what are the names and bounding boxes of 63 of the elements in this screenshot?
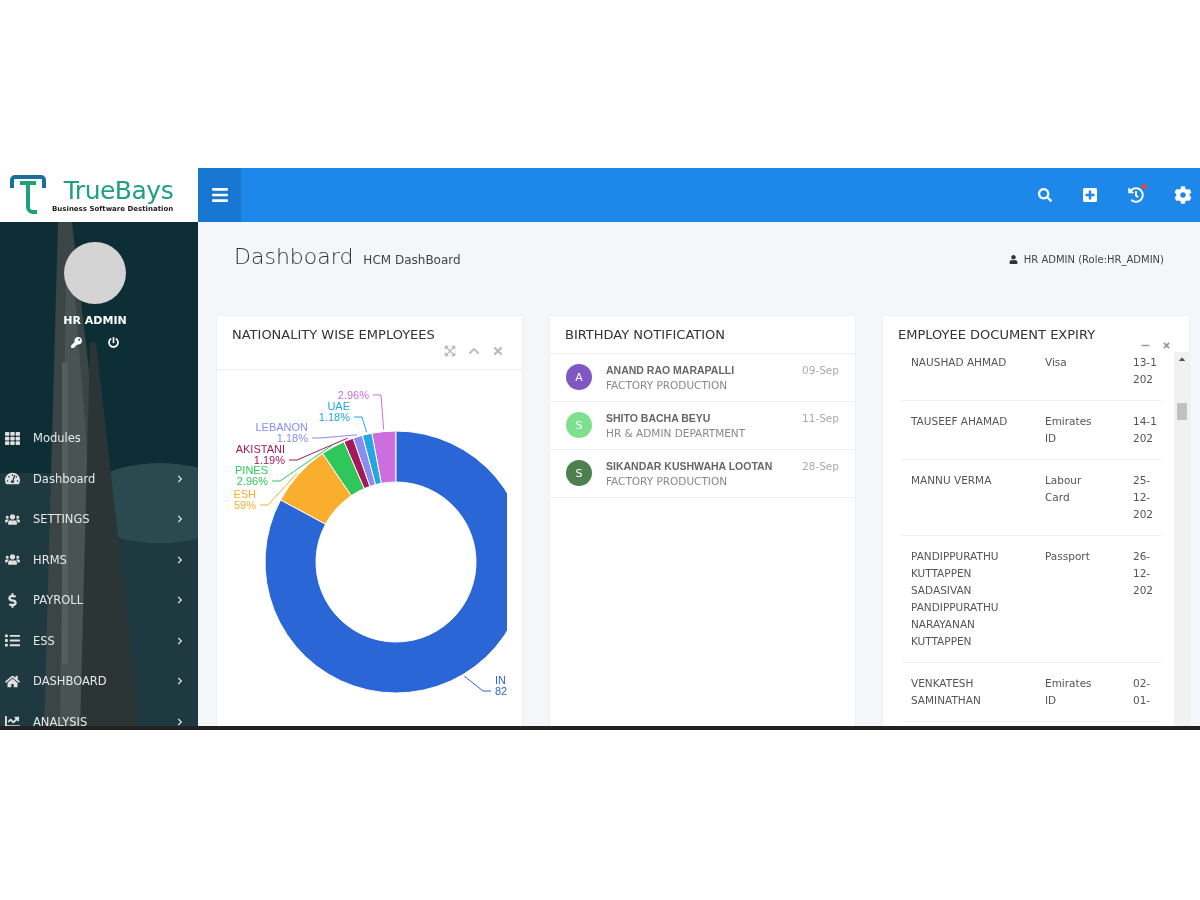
slice-label: LEBANON [255, 421, 308, 433]
slice-label: ESH [233, 488, 256, 500]
department: FACTORY PRODUCTION [606, 379, 729, 391]
expiry-date: 14-1 [1133, 414, 1158, 429]
department: HR & ADMIN DEPARTMENT [606, 427, 747, 439]
menu-item[interactable]: HRMS [0, 539, 198, 580]
slice-value: 2.96% [236, 475, 268, 487]
employee-name: MANNU VERMA [911, 473, 993, 488]
expiry-date: 25- [1133, 473, 1152, 488]
slice-value: 2.96% [337, 389, 369, 401]
birthday-date: 28-Sep [802, 460, 839, 472]
initial-avatar: A [566, 364, 592, 390]
user-name: HR ADMIN [63, 314, 127, 327]
slice-label: UAE [327, 400, 350, 412]
employee-name: PANDIPPURATHU KUTTAPPEN SADASIVAN PANDIPPURATHU NARAYANAN KUTTAPPEN [911, 549, 1000, 649]
slice-value: 1.18% [318, 411, 350, 423]
card-title: BIRTHDAY NOTIFICATION [565, 327, 726, 342]
logo-name: TrueBays [63, 177, 174, 205]
expiry-date: 26- [1133, 549, 1152, 564]
initial-avatar: S [566, 460, 592, 486]
page-subtitle: HCM DashBoard [363, 253, 461, 267]
document-type: Emirates ID [1045, 676, 1093, 708]
department: FACTORY PRODUCTION [606, 475, 729, 487]
employee-name: SIKANDAR KUSHWAHA LOOTAN [606, 460, 774, 472]
menu-item[interactable]: Modules [0, 418, 198, 459]
menu-item[interactable]: ESS [0, 620, 198, 661]
document-type: Emirates ID [1045, 414, 1093, 446]
card-title: NATIONALITY WISE EMPLOYEES [232, 327, 435, 342]
employee-name: SHITO BACHA BEYU [606, 412, 712, 424]
initial-avatar: S [566, 412, 592, 438]
slice-value: 1.18% [276, 432, 308, 444]
employee-name: TAUSEEF AHAMAD [911, 414, 1009, 429]
document-type: Visa [1045, 355, 1068, 370]
menu-item[interactable]: SETTINGS [0, 499, 198, 540]
menu-item[interactable]: ANALYSIS [0, 701, 198, 726]
user-role: HR ADMIN (Role:HR_ADMIN) [1023, 254, 1164, 265]
menu-item[interactable]: DASHBOARD [0, 661, 198, 702]
expiry-date: 02- [1133, 676, 1152, 691]
expiry-date: 12- [1133, 566, 1152, 581]
expiry-date: 01- [1133, 693, 1152, 708]
slice-label: IN [495, 674, 506, 686]
expiry-date: 202 [1133, 507, 1155, 522]
employee-name: NAUSHAD AHMAD [911, 355, 1008, 370]
expiry-date: 13-1 [1133, 355, 1158, 370]
document-type: Labour Card [1045, 473, 1083, 505]
slice-value: 1.19% [253, 454, 285, 466]
expiry-date: 202 [1133, 583, 1155, 598]
birthday-date: 11-Sep [802, 412, 839, 424]
employee-name: VENKATESH SAMINATHAN [911, 676, 982, 708]
slice-label: AKISTANI [235, 443, 285, 455]
menu-item[interactable]: PAYROLL [0, 580, 198, 621]
slice-value: 59% [233, 499, 256, 511]
slice-value: 82 [495, 685, 507, 697]
expiry-date: 12- [1133, 490, 1152, 505]
expiry-date: 202 [1133, 431, 1155, 446]
document-type: Passport [1045, 549, 1091, 564]
slice-label: PINES [235, 464, 268, 476]
employee-name: ANAND RAO MARAPALLI [606, 364, 736, 376]
menu-item[interactable]: Dashboard [0, 458, 198, 499]
expiry-date: 202 [1133, 372, 1155, 387]
card-title: EMPLOYEE DOCUMENT EXPIRY [898, 327, 1096, 342]
birthday-date: 09-Sep [802, 364, 839, 376]
page-title: Dashboard [234, 244, 354, 269]
